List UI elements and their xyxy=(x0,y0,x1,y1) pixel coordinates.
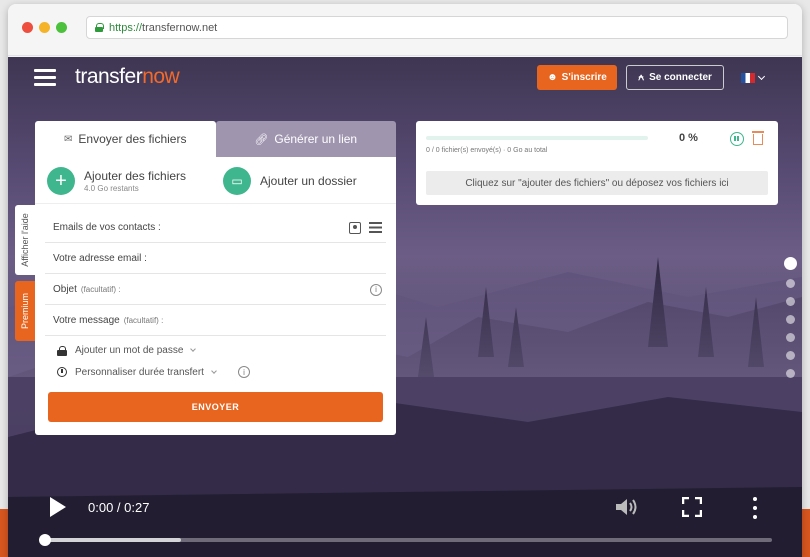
drop-zone[interactable]: Cliquez sur "ajouter des fichiers" ou dé… xyxy=(426,171,768,195)
folder-icon: ▭ xyxy=(223,167,251,195)
slide-pager xyxy=(784,257,797,378)
more-options-icon[interactable] xyxy=(752,497,758,519)
url-scheme: https:// xyxy=(109,21,143,34)
clock-icon xyxy=(57,367,67,377)
secure-lock-icon xyxy=(95,23,104,32)
chevron-down-icon xyxy=(211,367,217,374)
chevron-down-icon xyxy=(190,346,197,352)
pager-dot[interactable] xyxy=(786,315,795,324)
signup-button[interactable]: ☻ S'inscrire xyxy=(537,65,617,90)
browser-window: https:// transfernow.net transfernow ☻ S… xyxy=(8,4,802,557)
address-bar[interactable]: https:// transfernow.net xyxy=(86,16,788,39)
add-folder-button[interactable]: ▭ Ajouter un dossier xyxy=(223,167,357,195)
premium-tab[interactable]: Premium xyxy=(15,281,35,341)
tab-send-files[interactable]: ✉ Envoyer des fichiers xyxy=(35,121,216,157)
add-password-option[interactable]: Ajouter un mot de passe xyxy=(57,345,197,356)
pager-dot[interactable] xyxy=(786,279,795,288)
seek-buffered xyxy=(45,538,181,542)
trash-icon[interactable] xyxy=(752,131,764,145)
close-window-button[interactable] xyxy=(22,22,33,33)
url-host: transfernow.net xyxy=(142,21,218,34)
language-selector[interactable] xyxy=(741,71,771,85)
info-icon[interactable]: i xyxy=(370,283,382,296)
play-icon[interactable] xyxy=(50,497,66,517)
minimize-window-button[interactable] xyxy=(39,22,50,33)
window-controls xyxy=(22,22,67,33)
show-help-tab[interactable]: Afficher l'aide xyxy=(15,205,35,275)
video-controls: 0:00 / 0:27 xyxy=(8,487,802,557)
menu-icon[interactable] xyxy=(34,69,56,87)
seek-bar[interactable] xyxy=(39,534,772,546)
divider xyxy=(35,203,396,204)
storage-remaining: 4.0 Go restants xyxy=(84,184,139,193)
chevron-down-icon xyxy=(757,72,766,81)
padlock-icon xyxy=(57,345,67,356)
maximize-window-button[interactable] xyxy=(56,22,67,33)
address-book-icon[interactable] xyxy=(349,221,361,234)
transfer-progress-panel: 0 % 0 / 0 fichier(s) envoyé(s) · 0 Go au… xyxy=(416,121,778,205)
sender-email-field[interactable]: Votre adresse email : xyxy=(45,244,386,274)
info-icon[interactable]: i xyxy=(237,366,250,378)
pager-dot[interactable] xyxy=(786,333,795,342)
add-files-label: Ajouter des fichiers xyxy=(84,169,187,183)
transfer-progress-bar xyxy=(426,136,648,140)
contacts-email-field[interactable]: Emails de vos contacts : xyxy=(45,213,386,243)
site-header: transfernow ☻ S'inscrire ⍲ Se connecter xyxy=(8,57,802,99)
link-icon: 🔗︎ xyxy=(254,133,269,146)
seek-thumb[interactable] xyxy=(39,534,51,546)
transfer-summary: 0 / 0 fichier(s) envoyé(s) · 0 Go au tot… xyxy=(426,147,548,154)
fullscreen-icon[interactable] xyxy=(682,497,702,517)
transfer-duration-option[interactable]: Personnaliser durée transfert i xyxy=(57,366,250,378)
pager-dot[interactable] xyxy=(786,369,795,378)
login-button[interactable]: ⍲ Se connecter xyxy=(626,65,724,90)
video-time: 0:00 / 0:27 xyxy=(88,500,150,515)
upload-form: + Ajouter des fichiers 4.0 Go restants ▭… xyxy=(35,157,396,435)
upload-tabs: ✉ Envoyer des fichiers 🔗︎ Générer un lie… xyxy=(35,121,396,157)
subject-field[interactable]: Objet (facultatif) : i xyxy=(45,275,386,305)
message-field[interactable]: Votre message (facultatif) : xyxy=(45,306,386,336)
volume-icon[interactable] xyxy=(614,497,640,517)
pager-dot[interactable] xyxy=(784,257,797,270)
envelope-icon: ✉ xyxy=(64,133,73,145)
list-icon[interactable] xyxy=(369,222,382,233)
transfernow-logo[interactable]: transfernow xyxy=(75,65,180,89)
video-player[interactable]: transfernow ☻ S'inscrire ⍲ Se connecter … xyxy=(8,57,802,557)
pause-icon[interactable] xyxy=(730,132,744,146)
lock-icon: ⍲ xyxy=(638,72,645,83)
progress-percent: 0 % xyxy=(679,132,698,144)
send-button[interactable]: ENVOYER xyxy=(48,392,383,422)
french-flag-icon xyxy=(741,73,755,83)
plus-icon: + xyxy=(47,167,75,195)
user-icon: ☻ xyxy=(547,72,558,83)
add-files-button[interactable]: + Ajouter des fichiers 4.0 Go restants xyxy=(47,167,186,195)
add-folder-label: Ajouter un dossier xyxy=(260,174,357,188)
pager-dot[interactable] xyxy=(786,297,795,306)
tab-generate-link[interactable]: 🔗︎ Générer un lien xyxy=(215,121,396,157)
pager-dot[interactable] xyxy=(786,351,795,360)
upload-panel: ✉ Envoyer des fichiers 🔗︎ Générer un lie… xyxy=(35,121,396,435)
browser-chrome: https:// transfernow.net xyxy=(8,4,802,56)
